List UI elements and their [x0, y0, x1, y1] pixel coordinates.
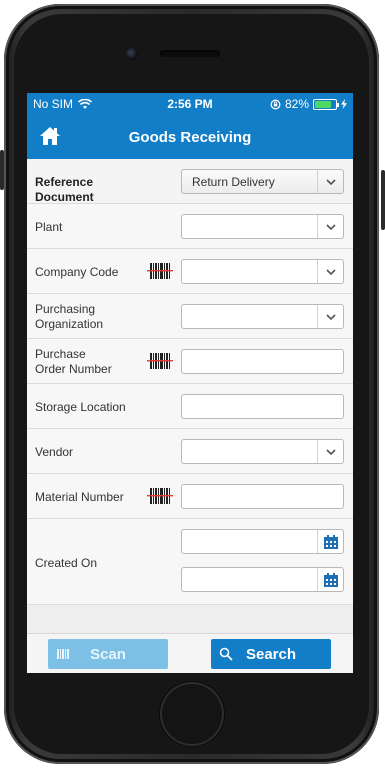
calendar-icon[interactable] [317, 530, 343, 553]
scan-button-label: Scan [90, 645, 126, 663]
barcode-icon[interactable] [147, 486, 173, 506]
chevron-down-icon [317, 170, 343, 193]
purchase-order-number-label-line1: Purchase [35, 347, 86, 361]
scan-button[interactable]: Scan [48, 639, 168, 669]
search-icon [219, 647, 233, 661]
chevron-down-icon [317, 305, 343, 328]
purchasing-organization-label-line2: Organization [35, 317, 104, 331]
created-on-from-input[interactable] [181, 529, 344, 554]
earpiece-speaker [160, 50, 220, 57]
material-number-input[interactable] [181, 484, 344, 509]
reference-document-value: Return Delivery [192, 175, 275, 189]
material-number-label: Material Number [35, 490, 124, 504]
row-storage-location: Storage Location [27, 384, 353, 429]
nav-bar: Goods Receiving [27, 115, 353, 159]
calendar-icon[interactable] [317, 568, 343, 591]
lock-rotation-icon [270, 99, 281, 109]
reference-document-label: Reference Document [35, 175, 94, 204]
power-button [381, 170, 385, 230]
row-vendor: Vendor [27, 429, 353, 474]
vendor-select[interactable] [181, 439, 344, 464]
row-reference-document: Reference Document Return Delivery [27, 159, 353, 204]
chevron-down-icon [317, 260, 343, 283]
row-purchasing-organization: Purchasing Organization [27, 294, 353, 339]
vendor-label: Vendor [35, 445, 74, 459]
form-content: Reference Document Return Delivery Plant… [27, 159, 353, 605]
plant-select[interactable] [181, 214, 344, 239]
storage-location-input[interactable] [181, 394, 344, 419]
battery-icon [313, 98, 339, 110]
created-on-to-input[interactable] [181, 567, 344, 592]
purchase-order-number-label: Purchase Order Number [35, 347, 145, 377]
page-title: Goods Receiving [128, 129, 252, 146]
charging-icon [341, 99, 347, 109]
row-company-code: Company Code [27, 249, 353, 294]
barcode-icon[interactable] [147, 261, 173, 281]
search-button[interactable]: Search [211, 639, 331, 669]
barcode-icon[interactable] [147, 351, 173, 371]
row-material-number: Material Number [27, 474, 353, 519]
purchase-order-number-label-line2: Order Number [35, 362, 112, 376]
reference-document-select[interactable]: Return Delivery [181, 169, 344, 194]
company-code-label: Company Code [35, 265, 119, 279]
front-camera [126, 48, 138, 60]
storage-location-label: Storage Location [35, 400, 126, 414]
created-on-label: Created On [35, 556, 98, 570]
battery-percent: 82% [284, 97, 309, 111]
plant-label: Plant [35, 220, 63, 234]
purchase-order-number-input[interactable] [181, 349, 344, 374]
chevron-down-icon [317, 215, 343, 238]
volume-button [0, 150, 4, 190]
purchasing-organization-label: Purchasing Organization [35, 302, 145, 332]
row-plant: Plant [27, 204, 353, 249]
bottom-toolbar: Scan Search [27, 633, 353, 673]
row-created-on: Created On [27, 519, 353, 605]
home-button[interactable] [160, 682, 224, 746]
row-purchase-order-number: Purchase Order Number [27, 339, 353, 384]
purchasing-organization-select[interactable] [181, 304, 344, 329]
status-bar: No SIM 2:56 PM 82% [27, 93, 353, 115]
search-button-label: Search [245, 645, 297, 663]
company-code-select[interactable] [181, 259, 344, 284]
scan-icon [57, 649, 69, 659]
purchasing-organization-label-line1: Purchasing [35, 302, 96, 316]
app-screen: No SIM 2:56 PM 82% Goods Receiving Refer… [27, 93, 353, 673]
content-spacer [27, 605, 353, 633]
chevron-down-icon [317, 440, 343, 463]
